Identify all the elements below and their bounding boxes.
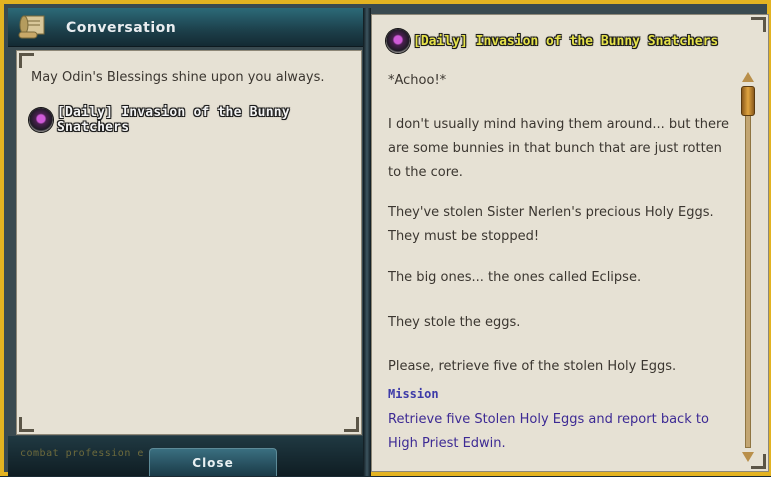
quest-paragraph: I don't usually mind having them around.… xyxy=(388,117,729,180)
window-header: Conversation xyxy=(8,8,363,47)
mission-text: Retrieve five Stolen Holy Eggs and repor… xyxy=(388,412,709,451)
panel-divider xyxy=(363,8,371,476)
npc-dialog-panel: May Odin's Blessings shine upon you alwa… xyxy=(16,50,362,435)
quest-paragraph: They stole the eggs. xyxy=(388,315,521,330)
close-button[interactable]: Close xyxy=(149,448,277,476)
conversation-window: Conversation May Odin's Blessings shine … xyxy=(0,0,771,476)
quest-orb-icon xyxy=(29,108,53,132)
quest-header: [Daily] Invasion of the Bunny Snatchers xyxy=(386,28,718,54)
quest-title: [Daily] Invasion of the Bunny Snatchers xyxy=(413,33,719,49)
npc-greeting: May Odin's Blessings shine upon you alwa… xyxy=(31,70,325,85)
panel-corner xyxy=(19,53,34,68)
scroll-down-arrow-icon[interactable] xyxy=(742,452,754,462)
window-title: Conversation xyxy=(66,20,177,36)
background-chat-text: combat profession e xyxy=(20,448,144,459)
scroll-icon xyxy=(18,15,45,39)
scroll-up-arrow-icon[interactable] xyxy=(742,72,754,82)
quest-orb-icon xyxy=(386,29,410,53)
panel-corner xyxy=(751,17,766,32)
quest-paragraph: The big ones... the ones called Eclipse. xyxy=(388,270,642,285)
quest-scrollbar[interactable] xyxy=(740,72,756,464)
quest-link[interactable]: [Daily] Invasion of the Bunny Snatchers xyxy=(29,105,361,135)
quest-paragraph: Please, retrieve five of the stolen Holy… xyxy=(388,359,677,374)
mission-label: Mission xyxy=(388,387,439,401)
scroll-thumb[interactable] xyxy=(741,86,755,116)
panel-corner xyxy=(19,417,34,432)
scroll-track[interactable] xyxy=(745,86,751,448)
quest-paragraph: *Achoo!* xyxy=(388,73,447,88)
quest-detail-panel: [Daily] Invasion of the Bunny Snatchers … xyxy=(371,14,769,472)
quest-paragraph: They've stolen Sister Nerlen's precious … xyxy=(388,205,714,244)
quest-link-label: [Daily] Invasion of the Bunny Snatchers xyxy=(57,105,290,135)
panel-corner xyxy=(344,417,359,432)
